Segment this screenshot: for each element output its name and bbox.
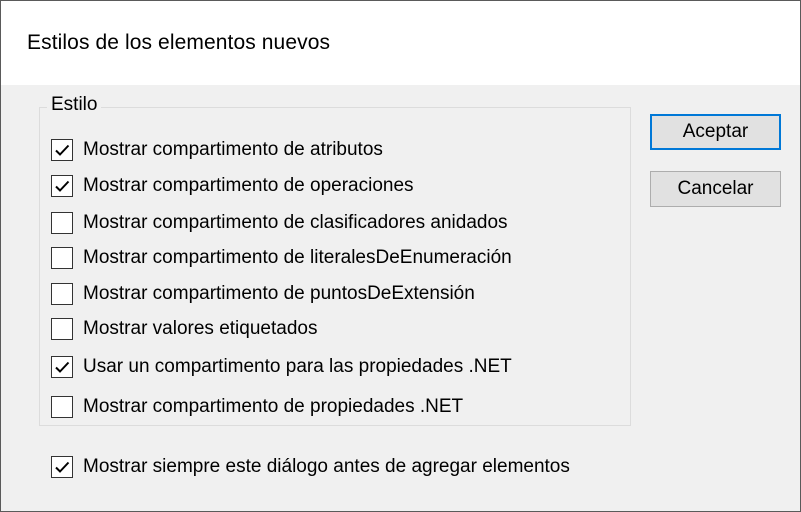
always-show-dialog-checkbox[interactable]: Mostrar siempre este diálogo antes de ag… [51,454,570,480]
checkbox-box[interactable] [51,247,73,269]
ok-button[interactable]: Aceptar [650,114,781,150]
option-checkbox-row[interactable]: Mostrar compartimento de operaciones [51,173,414,199]
checkmark-icon [55,144,70,156]
checkmark-icon [55,361,70,373]
dialog-header: Estilos de los elementos nuevos [1,1,800,85]
checkbox-box[interactable] [51,139,73,161]
option-checkbox-row[interactable]: Mostrar compartimento de puntosDeExtensi… [51,281,475,307]
checkbox-label: Mostrar compartimento de operaciones [83,175,414,196]
option-checkbox-row[interactable]: Mostrar compartimento de clasificadores … [51,210,508,236]
checkbox-label: Mostrar valores etiquetados [83,318,318,339]
dialog-title: Estilos de los elementos nuevos [27,31,331,54]
checkbox-box[interactable] [51,396,73,418]
option-checkbox-row[interactable]: Mostrar compartimento de atributos [51,137,383,163]
checkbox-label: Usar un compartimento para las propiedad… [83,356,512,377]
checkbox-box[interactable] [51,175,73,197]
dialog-window: Estilos de los elementos nuevos Estilo M… [0,0,801,512]
checkbox-label: Mostrar compartimento de literalesDeEnum… [83,247,512,268]
option-checkbox-row[interactable]: Mostrar compartimento de literalesDeEnum… [51,245,512,271]
checkbox-label: Mostrar compartimento de atributos [83,139,383,160]
checkbox-label: Mostrar compartimento de clasificadores … [83,212,508,233]
checkmark-icon [55,180,70,192]
checkbox-box[interactable] [51,283,73,305]
checkbox-box[interactable] [51,212,73,234]
checkbox-box[interactable] [51,456,73,478]
checkbox-box[interactable] [51,356,73,378]
style-group-label: Estilo [47,94,102,116]
checkbox-label: Mostrar compartimento de propiedades .NE… [83,396,464,417]
checkbox-box[interactable] [51,318,73,340]
checkbox-label: Mostrar compartimento de puntosDeExtensi… [83,283,475,304]
option-checkbox-row[interactable]: Mostrar compartimento de propiedades .NE… [51,394,463,420]
option-checkbox-row[interactable]: Mostrar valores etiquetados [51,316,317,342]
checkmark-icon [55,461,70,473]
cancel-button[interactable]: Cancelar [650,171,781,207]
option-checkbox-row[interactable]: Usar un compartimento para las propiedad… [51,354,512,380]
checkbox-label: Mostrar siempre este diálogo antes de ag… [83,456,570,477]
